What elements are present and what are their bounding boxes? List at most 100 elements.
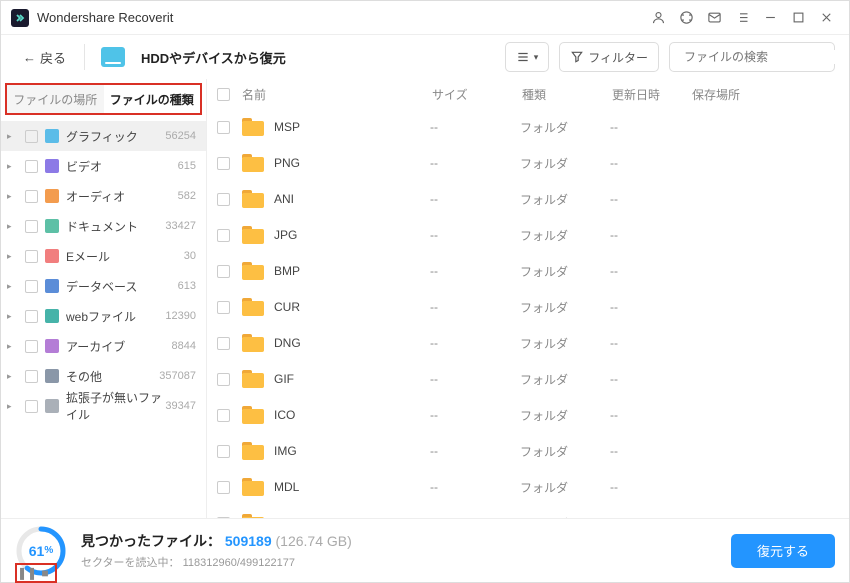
- category-item[interactable]: ▸ドキュメント33427: [1, 211, 206, 241]
- expand-icon[interactable]: ▸: [7, 401, 19, 412]
- expand-icon[interactable]: ▸: [7, 191, 19, 202]
- file-size: --: [430, 480, 520, 494]
- file-name: MDL: [274, 480, 430, 494]
- category-icon: [44, 308, 60, 324]
- support-icon[interactable]: [673, 5, 699, 31]
- category-item[interactable]: ▸拡張子が無いファイル39347: [1, 391, 206, 421]
- category-item[interactable]: ▸その他357087: [1, 361, 206, 391]
- file-size: --: [430, 372, 520, 386]
- category-checkbox[interactable]: [25, 340, 38, 353]
- file-row[interactable]: MSP--フォルダ--: [207, 109, 849, 145]
- category-item[interactable]: ▸オーディオ582: [1, 181, 206, 211]
- category-item[interactable]: ▸データベース613: [1, 271, 206, 301]
- expand-icon[interactable]: ▸: [7, 341, 19, 352]
- stop-icon[interactable]: ■: [38, 566, 52, 580]
- view-mode-button[interactable]: ▾: [505, 42, 550, 72]
- recover-button[interactable]: 復元する: [731, 534, 835, 568]
- file-row[interactable]: RAW--フォルダ--: [207, 505, 849, 518]
- category-name: ドキュメント: [66, 218, 165, 235]
- close-icon[interactable]: [813, 5, 839, 31]
- category-checkbox[interactable]: [25, 250, 38, 263]
- row-checkbox[interactable]: [217, 229, 230, 242]
- scan-controls: ❚❚ ■: [15, 563, 57, 583]
- filter-button[interactable]: フィルター: [559, 42, 659, 72]
- tab-file-location[interactable]: ファイルの場所: [7, 85, 104, 113]
- row-checkbox[interactable]: [217, 373, 230, 386]
- select-all-checkbox[interactable]: [217, 88, 230, 101]
- file-type: フォルダ: [520, 191, 610, 208]
- minimize-icon[interactable]: [757, 5, 783, 31]
- file-row[interactable]: JPG--フォルダ--: [207, 217, 849, 253]
- folder-icon: [242, 262, 264, 280]
- file-date: --: [610, 120, 690, 134]
- row-checkbox[interactable]: [217, 445, 230, 458]
- category-count: 8844: [172, 340, 196, 352]
- folder-icon: [242, 298, 264, 316]
- header-date[interactable]: 更新日時: [612, 86, 692, 103]
- category-checkbox[interactable]: [25, 190, 38, 203]
- file-date: --: [610, 444, 690, 458]
- row-checkbox[interactable]: [217, 301, 230, 314]
- category-item[interactable]: ▸アーカイブ8844: [1, 331, 206, 361]
- mail-icon[interactable]: [701, 5, 727, 31]
- category-checkbox[interactable]: [25, 310, 38, 323]
- folder-icon: [242, 334, 264, 352]
- row-checkbox[interactable]: [217, 193, 230, 206]
- row-checkbox[interactable]: [217, 157, 230, 170]
- file-row[interactable]: BMP--フォルダ--: [207, 253, 849, 289]
- file-row[interactable]: DNG--フォルダ--: [207, 325, 849, 361]
- row-checkbox[interactable]: [217, 121, 230, 134]
- user-icon[interactable]: [645, 5, 671, 31]
- category-checkbox[interactable]: [25, 220, 38, 233]
- category-checkbox[interactable]: [25, 400, 38, 413]
- category-checkbox[interactable]: [25, 130, 38, 143]
- back-button[interactable]: ← 戻る: [15, 43, 74, 72]
- row-checkbox[interactable]: [217, 409, 230, 422]
- list-icon[interactable]: [729, 5, 755, 31]
- row-checkbox[interactable]: [217, 265, 230, 278]
- category-count: 30: [184, 250, 196, 262]
- category-checkbox[interactable]: [25, 280, 38, 293]
- category-checkbox[interactable]: [25, 370, 38, 383]
- category-name: グラフィック: [66, 128, 165, 145]
- search-input[interactable]: [669, 42, 835, 72]
- sector-label: セクターを読込中：: [81, 557, 180, 569]
- expand-icon[interactable]: ▸: [7, 221, 19, 232]
- category-icon: [44, 398, 60, 414]
- expand-icon[interactable]: ▸: [7, 161, 19, 172]
- header-size[interactable]: サイズ: [432, 86, 522, 103]
- category-item[interactable]: ▸ビデオ615: [1, 151, 206, 181]
- row-checkbox[interactable]: [217, 481, 230, 494]
- file-row[interactable]: ICO--フォルダ--: [207, 397, 849, 433]
- category-checkbox[interactable]: [25, 160, 38, 173]
- category-count: 12390: [165, 310, 196, 322]
- file-date: --: [610, 372, 690, 386]
- category-item[interactable]: ▸webファイル12390: [1, 301, 206, 331]
- drive-icon: [101, 47, 125, 67]
- file-row[interactable]: CUR--フォルダ--: [207, 289, 849, 325]
- maximize-icon[interactable]: [785, 5, 811, 31]
- row-checkbox[interactable]: [217, 337, 230, 350]
- category-item[interactable]: ▸グラフィック56254: [1, 121, 206, 151]
- tab-file-type[interactable]: ファイルの種類: [104, 85, 201, 113]
- file-row[interactable]: PNG--フォルダ--: [207, 145, 849, 181]
- file-row[interactable]: GIF--フォルダ--: [207, 361, 849, 397]
- header-location[interactable]: 保存場所: [692, 86, 839, 103]
- file-row[interactable]: IMG--フォルダ--: [207, 433, 849, 469]
- header-type[interactable]: 種類: [522, 86, 612, 103]
- expand-icon[interactable]: ▸: [7, 281, 19, 292]
- arrow-left-icon: ←: [23, 50, 36, 65]
- expand-icon[interactable]: ▸: [7, 371, 19, 382]
- expand-icon[interactable]: ▸: [7, 251, 19, 262]
- expand-icon[interactable]: ▸: [7, 311, 19, 322]
- category-count: 39347: [165, 400, 196, 412]
- content: 名前 サイズ 種類 更新日時 保存場所 MSP--フォルダ--PNG--フォルダ…: [207, 79, 849, 518]
- file-row[interactable]: ANI--フォルダ--: [207, 181, 849, 217]
- pause-icon[interactable]: ❚❚: [20, 566, 34, 580]
- expand-icon[interactable]: ▸: [7, 131, 19, 142]
- file-row[interactable]: MDL--フォルダ--: [207, 469, 849, 505]
- header-name[interactable]: 名前: [242, 86, 432, 103]
- category-icon: [44, 188, 60, 204]
- category-item[interactable]: ▸Eメール30: [1, 241, 206, 271]
- search-field[interactable]: [684, 50, 839, 64]
